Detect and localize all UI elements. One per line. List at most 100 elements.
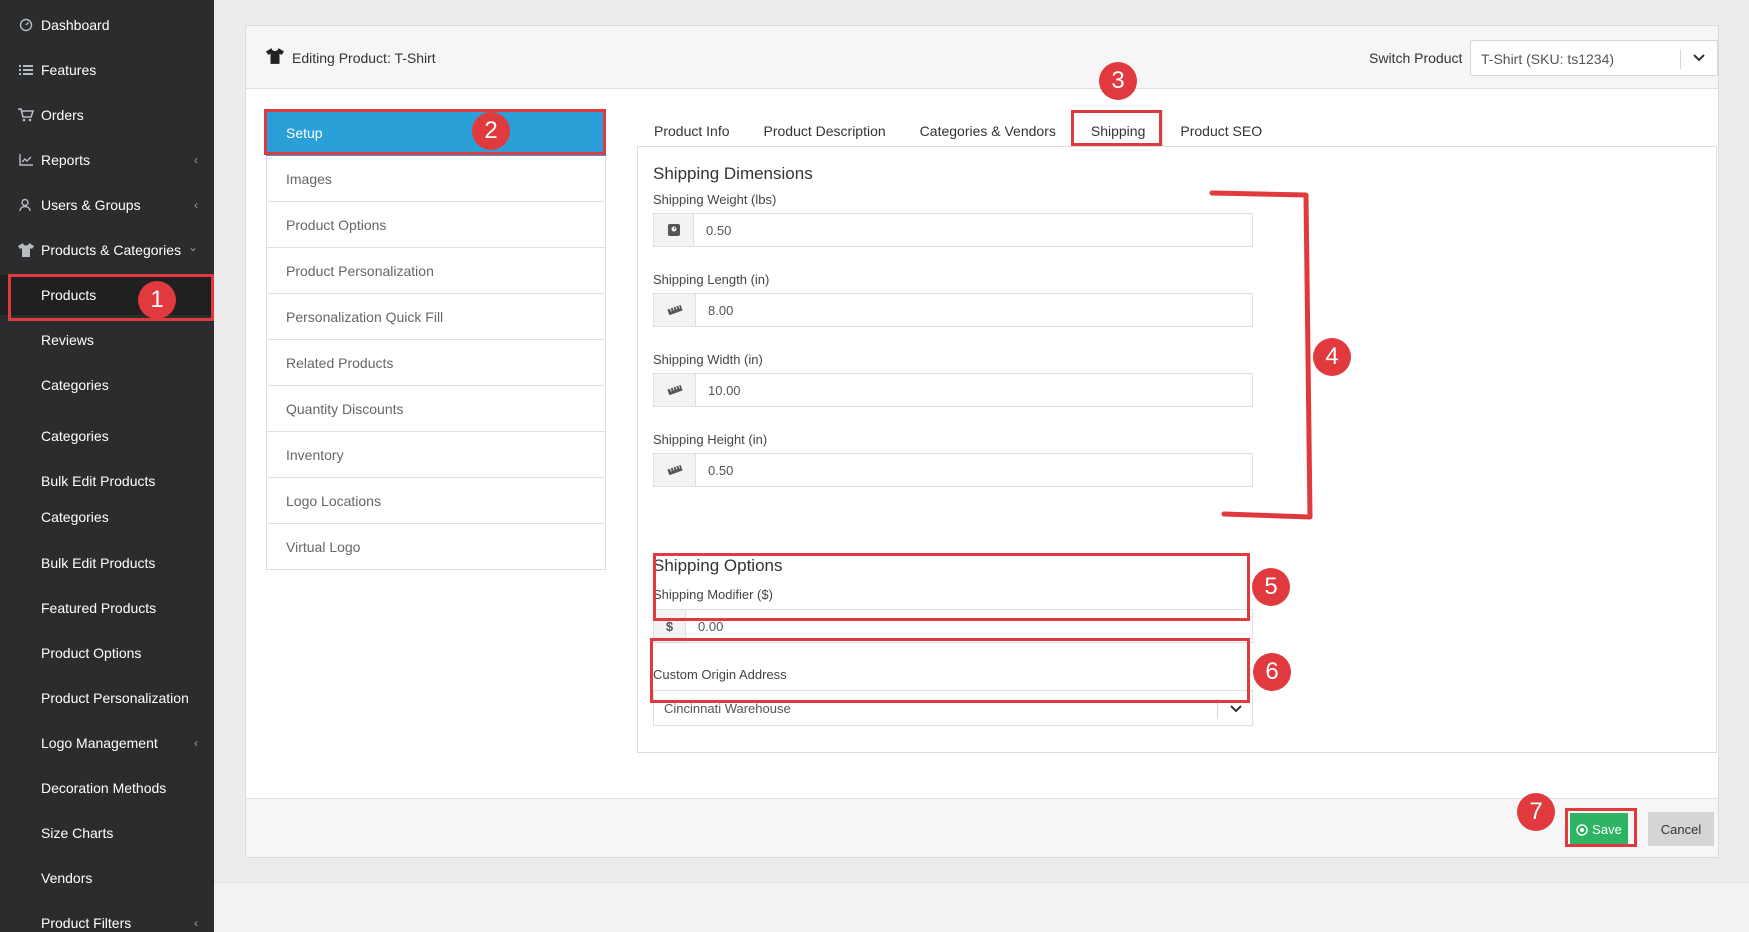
annotation-badge-4: 4	[1313, 338, 1351, 376]
sidebar-item-orders[interactable]: Orders	[0, 95, 214, 135]
setup-menu-item-quantity-discounts[interactable]: Quantity Discounts	[266, 386, 606, 432]
shipping-length-input[interactable]	[696, 294, 1252, 326]
shipping-height-input[interactable]	[696, 454, 1252, 486]
custom-origin-label: Custom Origin Address	[653, 667, 787, 682]
annotation-badge-1: 1	[138, 281, 176, 319]
setup-menu-item-inventory[interactable]: Inventory	[266, 432, 606, 478]
select-divider	[1680, 49, 1681, 69]
chart-icon	[17, 151, 35, 169]
shipping-weight-input[interactable]	[694, 214, 1252, 246]
sidebar-item-bulk-edit-products[interactable]: Bulk Edit Products	[0, 461, 214, 501]
sidebar-item-size-charts[interactable]: Size Charts	[0, 813, 214, 853]
chevron-down-icon	[1230, 705, 1242, 713]
card-header: Editing Product: T-Shirt Switch Product …	[246, 26, 1718, 89]
shipping-tab-pane: Shipping Dimensions Shipping Weight (lbs…	[637, 146, 1717, 753]
ruler-icon	[654, 454, 696, 486]
sidebar-item-products[interactable]: Products	[0, 275, 214, 315]
tab-shipping[interactable]: Shipping	[1072, 111, 1164, 151]
custom-origin-select[interactable]: Cincinnati Warehouse	[653, 690, 1253, 726]
setup-menu-item-personalization-quick-fill[interactable]: Personalization Quick Fill	[266, 294, 606, 340]
shirt-icon	[266, 48, 284, 64]
save-circle-icon	[1576, 823, 1588, 836]
shipping-height-label: Shipping Height (in)	[653, 432, 768, 447]
switch-product-label: Switch Product	[1369, 50, 1463, 66]
sidebar-item-reviews[interactable]: Reviews	[0, 320, 214, 360]
shipping-options-title: Shipping Options	[653, 556, 783, 575]
product-editor-card: Editing Product: T-Shirt Switch Product …	[245, 25, 1719, 858]
sidebar-item-featured-products[interactable]: Featured Products	[0, 588, 214, 628]
cart-icon	[17, 106, 35, 124]
cancel-button[interactable]: Cancel	[1648, 812, 1714, 846]
chevron-left-icon: ‹	[194, 736, 198, 750]
sidebar-item-product-filters[interactable]: Product Filters ‹	[0, 903, 214, 932]
setup-menu-item-virtual-logo[interactable]: Virtual Logo	[266, 524, 606, 570]
sidebar-item-decoration-methods[interactable]: Decoration Methods	[0, 768, 214, 808]
sidebar-item-dashboard[interactable]: Dashboard	[0, 5, 214, 45]
sidebar-item-logo-management[interactable]: Logo Management ‹	[0, 723, 214, 763]
page-title: Editing Product: T-Shirt	[292, 50, 436, 66]
select-divider	[1217, 699, 1218, 719]
shirt-icon	[17, 241, 35, 259]
product-tabs: Product Info Product Description Categor…	[637, 111, 1279, 151]
ruler-icon	[654, 294, 696, 326]
sidebar-item-bulk-edit-products[interactable]: Bulk Edit Products	[0, 543, 214, 583]
shipping-height-group	[653, 453, 1253, 487]
shipping-length-label: Shipping Length (in)	[653, 272, 770, 287]
sidebar-item-features[interactable]: Features	[0, 50, 214, 90]
sidebar-item-product-options[interactable]: Product Options	[0, 633, 214, 673]
tab-product-info[interactable]: Product Info	[637, 111, 747, 151]
setup-menu-item-product-options[interactable]: Product Options	[266, 202, 606, 248]
setup-menu-item-setup[interactable]: Setup	[266, 110, 606, 156]
users-icon	[17, 196, 35, 214]
setup-menu: Setup Images Product Options Product Per…	[266, 110, 606, 570]
chevron-left-icon: ‹	[194, 198, 198, 212]
tab-product-description[interactable]: Product Description	[747, 111, 903, 151]
chevron-down-icon	[1693, 54, 1705, 62]
sidebar-item-users-groups[interactable]: Users & Groups ‹	[0, 185, 214, 225]
sidebar: Dashboard Features Orders Reports ‹ User…	[0, 0, 214, 932]
annotation-badge-2: 2	[472, 112, 510, 150]
scale-icon	[654, 214, 694, 246]
ruler-icon	[654, 374, 696, 406]
sidebar-item-product-personalization[interactable]: Product Personalization	[0, 678, 214, 718]
setup-menu-item-product-personalization[interactable]: Product Personalization	[266, 248, 606, 294]
save-label: Save	[1592, 822, 1622, 837]
annotation-badge-6: 6	[1253, 653, 1291, 691]
sidebar-item-categories[interactable]: Categories	[0, 365, 214, 405]
page-footer	[214, 882, 1749, 932]
annotation-badge-5: 5	[1252, 568, 1290, 606]
setup-menu-item-related-products[interactable]: Related Products	[266, 340, 606, 386]
shipping-weight-group	[653, 213, 1253, 247]
annotation-badge-7: 7	[1517, 793, 1555, 831]
sidebar-item-vendors[interactable]: Vendors	[0, 858, 214, 898]
switch-product-select[interactable]: T-Shirt (SKU: ts1234)	[1470, 40, 1718, 76]
card-footer: Save Cancel	[246, 798, 1718, 857]
custom-origin-value: Cincinnati Warehouse	[664, 701, 791, 716]
save-button[interactable]: Save	[1570, 813, 1628, 846]
sidebar-item-categories[interactable]: Categories	[0, 497, 214, 537]
shipping-weight-label: Shipping Weight (lbs)	[653, 192, 777, 207]
list-icon	[17, 61, 35, 79]
sidebar-item-products-categories[interactable]: Products & Categories ⌄	[0, 230, 214, 270]
chevron-left-icon: ‹	[194, 153, 198, 167]
shipping-modifier-label: Shipping Modifier ($)	[653, 587, 773, 602]
shipping-width-group	[653, 373, 1253, 407]
chevron-down-icon: ⌄	[187, 240, 198, 254]
tab-product-seo[interactable]: Product SEO	[1163, 111, 1279, 151]
sidebar-item-categories[interactable]: Categories	[0, 416, 214, 456]
dollar-icon: $	[654, 610, 686, 642]
dashboard-icon	[17, 16, 35, 34]
shipping-width-input[interactable]	[696, 374, 1252, 406]
annotation-badge-3: 3	[1099, 62, 1137, 100]
sidebar-item-reports[interactable]: Reports ‹	[0, 140, 214, 180]
switch-product-value: T-Shirt (SKU: ts1234)	[1481, 51, 1615, 67]
shipping-length-group	[653, 293, 1253, 327]
setup-menu-item-logo-locations[interactable]: Logo Locations	[266, 478, 606, 524]
setup-menu-item-images[interactable]: Images	[266, 156, 606, 202]
chevron-left-icon: ‹	[194, 916, 198, 930]
shipping-modifier-group: $	[653, 609, 1253, 643]
shipping-modifier-input[interactable]	[686, 610, 1252, 642]
tab-categories-vendors[interactable]: Categories & Vendors	[903, 111, 1073, 151]
shipping-dimensions-title: Shipping Dimensions	[653, 164, 813, 183]
shipping-width-label: Shipping Width (in)	[653, 352, 763, 367]
